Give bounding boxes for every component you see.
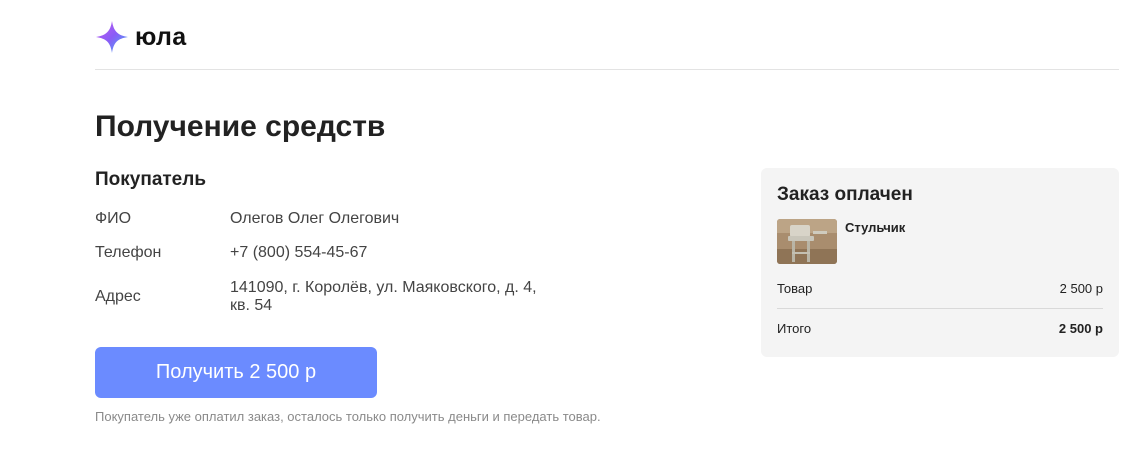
buyer-section-title: Покупатель	[95, 169, 207, 190]
buyer-phone-label: Телефон	[95, 244, 162, 261]
product-name[interactable]: Стульчик	[845, 220, 905, 236]
order-status-title: Заказ оплачен	[777, 184, 913, 205]
yula-star-icon	[95, 20, 129, 54]
site-header: юла	[95, 0, 1119, 70]
buyer-address-value: 141090, г. Королёв, ул. Маяковского, д. …	[230, 279, 537, 314]
payment-hint: Покупатель уже оплатил заказ, осталось т…	[95, 409, 601, 424]
buyer-address-label: Адрес	[95, 288, 141, 305]
buyer-name-value: Олегов Олег Олегович	[230, 210, 400, 227]
logo[interactable]: юла	[95, 20, 186, 54]
total-price-label: Итого	[777, 321, 812, 336]
summary-divider	[777, 308, 1103, 309]
logo-text: юла	[135, 22, 187, 51]
receive-funds-button[interactable]: Получить 2 500 р	[95, 347, 377, 398]
order-summary-card: Заказ оплачен Стульчик Товар 2 500 р Ито…	[761, 168, 1119, 357]
goods-price-label: Товар	[777, 281, 813, 296]
product-thumbnail[interactable]	[777, 219, 837, 264]
goods-price-value: 2 500 р	[1059, 281, 1103, 296]
buyer-phone-value: +7 (800) 554-45-67	[230, 244, 368, 261]
high-chair-photo-icon	[777, 219, 837, 264]
buyer-name-label: ФИО	[95, 210, 132, 227]
total-price-value: 2 500 р	[1058, 321, 1103, 336]
page-title: Получение средств	[95, 110, 386, 143]
